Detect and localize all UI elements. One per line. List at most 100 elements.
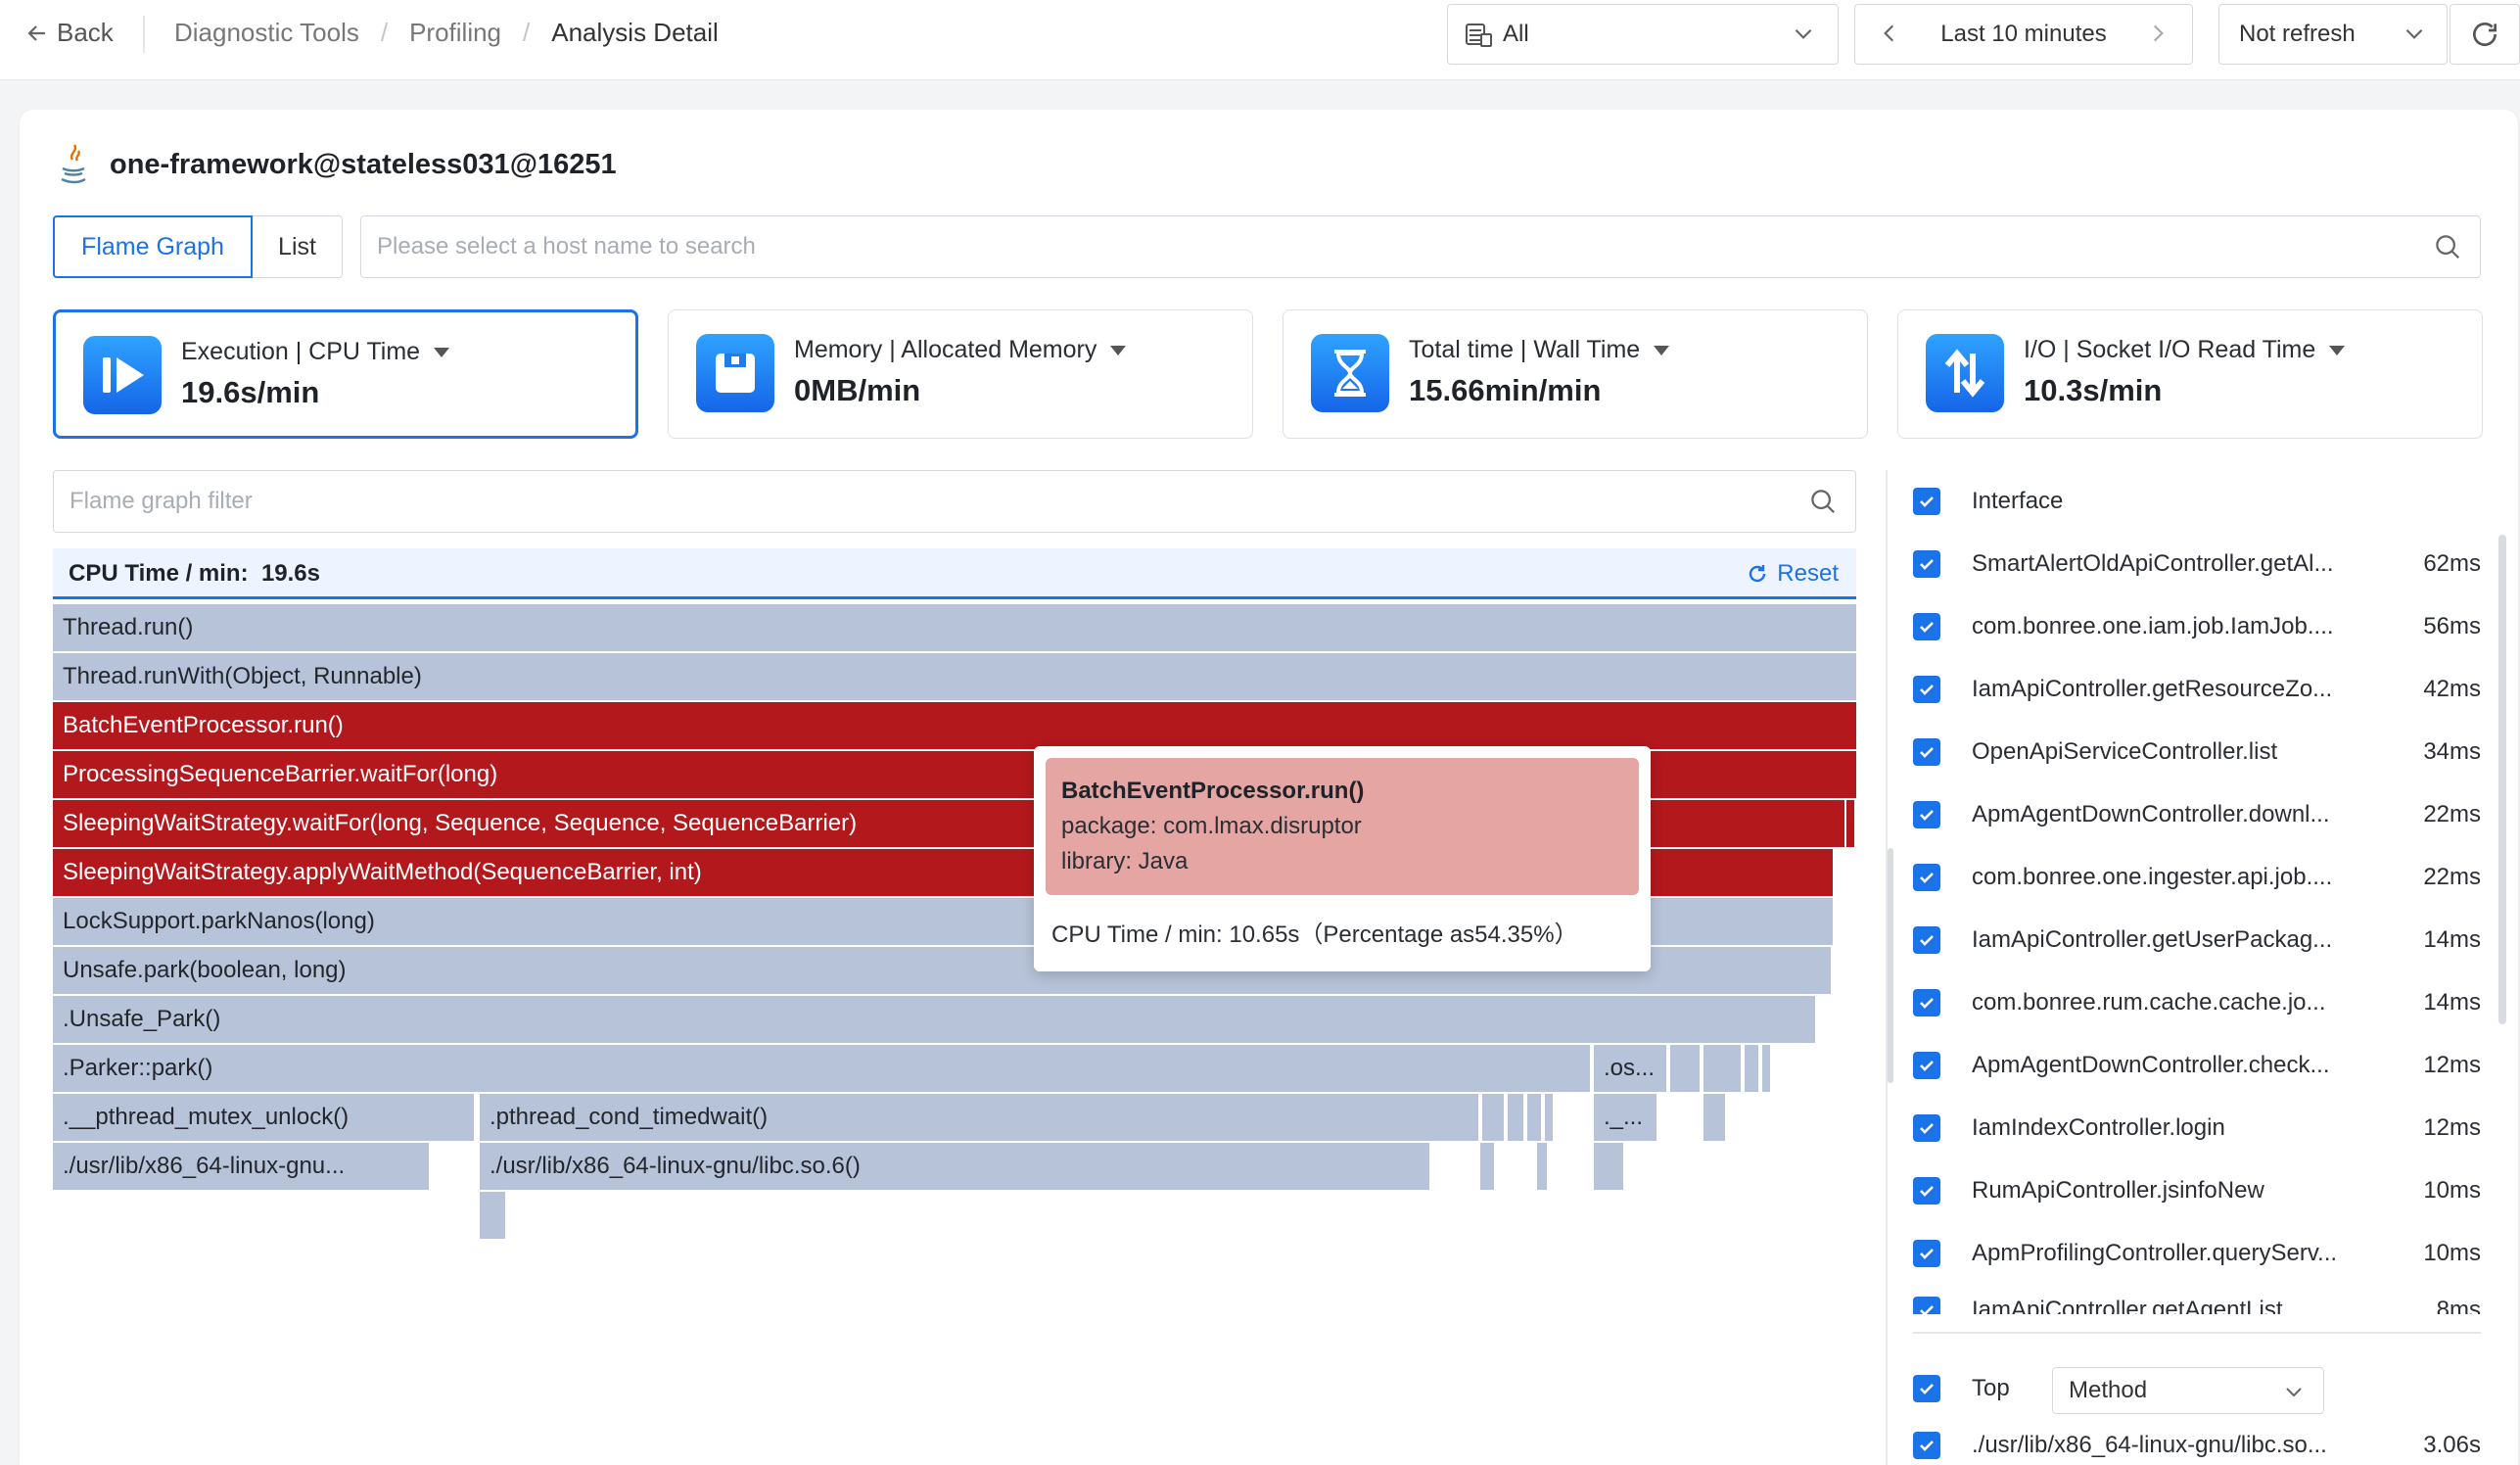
tab-list[interactable]: List	[253, 215, 343, 278]
flame-frame[interactable]	[1670, 1045, 1700, 1092]
interface-item[interactable]: com.bonree.one.ingester.api.job.... 22ms	[1913, 858, 2481, 897]
top-method-select[interactable]: Method	[2052, 1367, 2324, 1414]
interface-item[interactable]: com.bonree.rum.cache.cache.jo... 14ms	[1913, 983, 2481, 1022]
interface-item[interactable]: ApmProfilingController.queryServ... 10ms	[1913, 1234, 2481, 1273]
flame-frame[interactable]	[480, 1192, 505, 1239]
interface-time: 34ms	[2423, 738, 2481, 765]
search-icon[interactable]	[1808, 487, 1838, 516]
interface-item[interactable]: IamApiController.getAgentList 8ms	[1913, 1297, 2481, 1314]
interface-item[interactable]: IamIndexController.login 12ms	[1913, 1109, 2481, 1148]
caret-down-icon[interactable]	[1654, 345, 1670, 355]
flame-frame[interactable]: ./usr/lib/x86_64-linux-gnu/libc.so.6()	[480, 1143, 1429, 1190]
flame-frame[interactable]: ._...	[1594, 1094, 1657, 1141]
time-range-control[interactable]: Last 10 minutes	[1854, 4, 2193, 65]
flame-frame[interactable]	[1594, 1143, 1623, 1190]
check-icon	[1920, 1305, 1934, 1314]
tab-flame-graph[interactable]: Flame Graph	[53, 215, 253, 278]
checkbox-checked[interactable]	[1913, 738, 1940, 766]
play-icon	[83, 336, 162, 414]
java-icon	[61, 144, 86, 184]
breadcrumb-item[interactable]: Profiling	[409, 18, 501, 48]
flame-frame[interactable]: .__pthread_mutex_unlock()	[53, 1094, 474, 1141]
metric-card-wall-time[interactable]: Total time | Wall Time 15.66min/min	[1283, 309, 1868, 439]
flame-frame[interactable]	[1480, 1143, 1494, 1190]
check-icon	[1920, 810, 1934, 821]
flame-frame[interactable]	[1703, 1094, 1725, 1141]
checkbox-checked[interactable]	[1913, 1240, 1940, 1267]
metric-card-cpu-time[interactable]: Execution | CPU Time 19.6s/min	[53, 309, 638, 439]
interface-item[interactable]: OpenApiServiceController.list 34ms	[1913, 732, 2481, 772]
interface-time: 10ms	[2423, 1240, 2481, 1266]
checkbox-checked[interactable]	[1913, 1297, 1940, 1314]
flame-frame[interactable]	[1703, 1045, 1741, 1092]
checkbox-checked[interactable]	[1913, 1432, 1940, 1459]
metric-label: Execution | CPU Time	[181, 338, 421, 365]
flame-frame[interactable]	[1537, 1143, 1547, 1190]
interface-item[interactable]: com.bonree.one.iam.job.IamJob.... 56ms	[1913, 607, 2481, 646]
refresh-button[interactable]	[2450, 4, 2520, 65]
flame-frame[interactable]	[1482, 1094, 1504, 1141]
top-bar: Back Diagnostic Tools / Profiling / Anal…	[0, 0, 2520, 80]
interface-item[interactable]: IamApiController.getUserPackag... 14ms	[1913, 921, 2481, 960]
checkbox-checked[interactable]	[1913, 864, 1940, 891]
caret-down-icon[interactable]	[1110, 345, 1127, 355]
interface-time: 14ms	[2423, 926, 2481, 953]
chevron-right-icon[interactable]	[2145, 21, 2170, 46]
flame-frame[interactable]: .pthread_cond_timedwait()	[480, 1094, 1478, 1141]
flame-frame[interactable]	[1846, 800, 1854, 847]
checkbox-checked[interactable]	[1913, 1052, 1940, 1079]
flame-filter-input[interactable]	[70, 471, 1601, 532]
search-icon[interactable]	[2433, 232, 2462, 261]
host-search-input[interactable]	[377, 216, 2178, 277]
metric-value: 0MB/min	[794, 373, 921, 407]
top-item[interactable]: ./usr/lib/x86_64-linux-gnu/libc.so... 3.…	[1913, 1426, 2481, 1465]
checkbox-checked[interactable]	[1913, 550, 1940, 578]
checkbox-checked[interactable]	[1913, 1114, 1940, 1142]
metric-value: 15.66min/min	[1409, 373, 1602, 407]
interface-header-label: Interface	[1972, 488, 2064, 514]
flame-scrollbar[interactable]	[1888, 848, 1893, 1083]
flame-frame[interactable]: Thread.runWith(Object, Runnable)	[53, 653, 1856, 700]
back-button[interactable]: Back	[25, 18, 114, 48]
interface-item[interactable]: ApmAgentDownController.downl... 22ms	[1913, 795, 2481, 834]
checkbox-checked[interactable]	[1913, 989, 1940, 1016]
refresh-select[interactable]: Not refresh	[2218, 4, 2448, 65]
flame-frame[interactable]: .os...	[1594, 1045, 1666, 1092]
chevron-left-icon[interactable]	[1877, 21, 1902, 46]
interface-scrollbar[interactable]	[2498, 535, 2506, 1024]
database-list-icon	[1466, 24, 1492, 47]
flame-frame[interactable]	[1545, 1094, 1553, 1141]
interface-item[interactable]: IamApiController.getResourceZo... 42ms	[1913, 670, 2481, 709]
flame-frame[interactable]	[1527, 1094, 1541, 1141]
scope-select[interactable]: All	[1447, 4, 1839, 65]
flame-frame[interactable]	[1745, 1045, 1758, 1092]
flame-frame[interactable]: BatchEventProcessor.run()	[53, 702, 1856, 749]
checkbox-checked[interactable]	[1913, 801, 1940, 828]
checkbox-checked[interactable]	[1913, 1375, 1940, 1402]
flame-frame[interactable]: ./usr/lib/x86_64-linux-gnu...	[53, 1143, 429, 1190]
metric-card-allocated-memory[interactable]: Memory | Allocated Memory 0MB/min	[668, 309, 1253, 439]
flame-frame[interactable]: .Parker::park()	[53, 1045, 1590, 1092]
flame-header: CPU Time / min: 19.6s Reset	[53, 548, 1856, 599]
flame-frame[interactable]	[1508, 1094, 1523, 1141]
flame-frame[interactable]: .Unsafe_Park()	[53, 996, 1815, 1043]
reset-button[interactable]: Reset	[1746, 560, 1839, 588]
checkbox-checked[interactable]	[1913, 676, 1940, 703]
tooltip-package: package: com.lmax.disruptor	[1061, 813, 1362, 839]
interface-item[interactable]: SmartAlertOldApiController.getAl... 62ms	[1913, 544, 2481, 584]
breadcrumb-item[interactable]: Diagnostic Tools	[174, 18, 359, 48]
checkbox-checked[interactable]	[1913, 488, 1940, 515]
flame-frame[interactable]: Thread.run()	[53, 604, 1856, 651]
interface-item[interactable]: RumApiController.jsinfoNew 10ms	[1913, 1171, 2481, 1210]
checkbox-checked[interactable]	[1913, 613, 1940, 640]
interface-item[interactable]: ApmAgentDownController.check... 12ms	[1913, 1046, 2481, 1085]
caret-down-icon[interactable]	[434, 347, 450, 357]
flame-frame[interactable]	[1762, 1045, 1770, 1092]
host-search	[360, 215, 2481, 278]
caret-down-icon[interactable]	[2329, 345, 2346, 355]
check-icon	[1920, 1061, 1934, 1071]
checkbox-checked[interactable]	[1913, 1177, 1940, 1205]
metric-card-socket-io[interactable]: I/O | Socket I/O Read Time 10.3s/min	[1897, 309, 2483, 439]
checkbox-checked[interactable]	[1913, 926, 1940, 954]
save-icon	[696, 334, 774, 412]
